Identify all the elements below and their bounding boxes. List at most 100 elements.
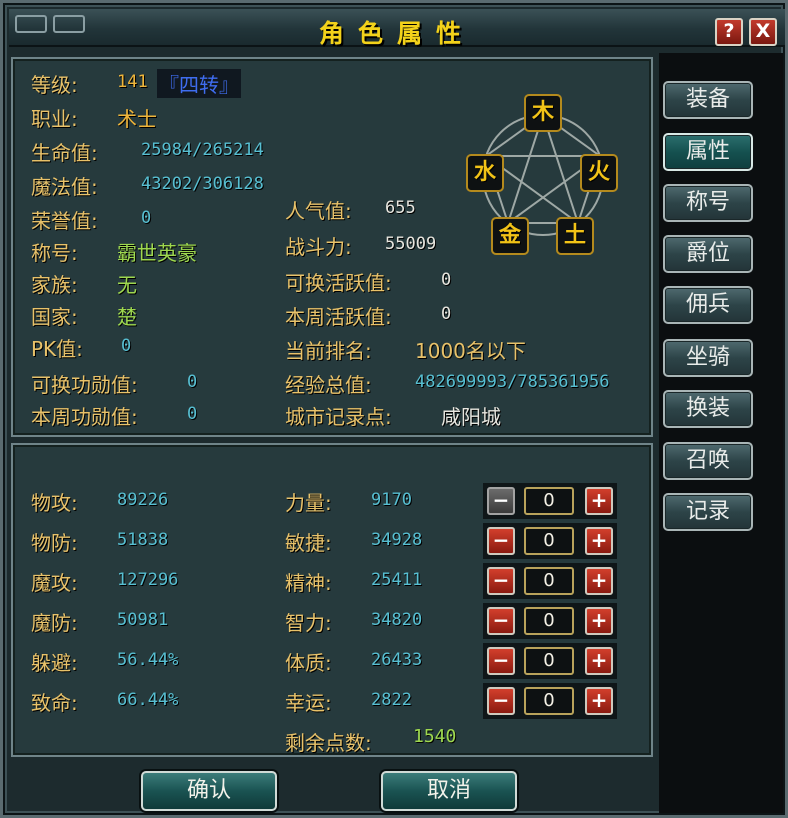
combat-stat-value: 50981	[117, 610, 169, 630]
tab-5[interactable]: 坐骑	[663, 339, 753, 377]
increase-button[interactable]: +	[585, 607, 613, 635]
fire-element-icon[interactable]: 火	[580, 154, 618, 192]
tab-6[interactable]: 换装	[663, 390, 753, 428]
allocation-input[interactable]: 0	[524, 687, 574, 715]
combat-stat-value: 56.44%	[117, 650, 179, 670]
combat-stat-label: 魔攻:	[31, 571, 78, 595]
job-value: 术士	[117, 107, 157, 131]
level-value: 141	[117, 72, 148, 92]
title-value: 霸世英豪	[117, 241, 197, 265]
increase-button[interactable]: +	[585, 487, 613, 515]
allocation-input[interactable]: 0	[524, 567, 574, 595]
attribute-value: 34928	[371, 530, 423, 550]
ranking-value: 1000名以下	[415, 339, 526, 363]
active-exchange-value: 0	[441, 270, 452, 290]
attribute-label: 幸运:	[285, 691, 332, 715]
attribute-value: 9170	[371, 490, 412, 510]
attribute-label: 敏捷:	[285, 531, 332, 555]
decrease-button[interactable]: −	[487, 607, 515, 635]
increase-button[interactable]: +	[585, 527, 613, 555]
combat-stat-label: 致命:	[31, 691, 78, 715]
exp-label: 经验总值:	[285, 373, 372, 397]
rebirth-badge: 『四转』	[157, 69, 241, 98]
popularity-value: 655	[385, 198, 416, 218]
combat-stat-value: 89226	[117, 490, 169, 510]
tab-3[interactable]: 爵位	[663, 235, 753, 273]
cancel-button[interactable]: 取消	[381, 771, 517, 811]
increase-button[interactable]: +	[585, 687, 613, 715]
active-exchange-label: 可换活跃值:	[285, 271, 392, 295]
city-value: 咸阳城	[441, 405, 501, 429]
decrease-button[interactable]: −	[487, 487, 515, 515]
window-title: 角色属性	[318, 19, 475, 48]
attribute-value: 2822	[371, 690, 412, 710]
attribute-label: 力量:	[285, 491, 332, 515]
attribute-label: 智力:	[285, 611, 332, 635]
allocation-input[interactable]: 0	[524, 647, 574, 675]
decrease-button[interactable]: −	[487, 647, 515, 675]
combat-stat-label: 物防:	[31, 531, 78, 555]
increase-button[interactable]: +	[585, 647, 613, 675]
tab-7[interactable]: 召唤	[663, 442, 753, 480]
confirm-button[interactable]: 确认	[141, 771, 277, 811]
combat-stat-label: 物攻:	[31, 491, 78, 515]
pk-label: PK值:	[31, 337, 83, 361]
attribute-value: 25411	[371, 570, 423, 590]
job-label: 职业:	[31, 107, 78, 131]
combat-stat-label: 魔防:	[31, 611, 78, 635]
remaining-points-label: 剩余点数:	[285, 731, 372, 755]
clan-value: 无	[117, 273, 137, 297]
allocation-input[interactable]: 0	[524, 607, 574, 635]
merit-week-label: 本周功勋值:	[31, 405, 138, 429]
allocation-input[interactable]: 0	[524, 527, 574, 555]
active-week-value: 0	[441, 304, 452, 324]
combat-stat-value: 127296	[117, 570, 179, 590]
tab-1[interactable]: 属性	[663, 133, 753, 171]
metal-element-icon[interactable]: 金	[491, 217, 529, 255]
clan-label: 家族:	[31, 273, 78, 297]
hp-label: 生命值:	[31, 141, 98, 165]
combat-stat-value: 51838	[117, 530, 169, 550]
title-label: 称号:	[31, 241, 78, 265]
nation-label: 国家:	[31, 305, 78, 329]
earth-element-icon[interactable]: 土	[556, 217, 594, 255]
merit-exchange-label: 可换功勋值:	[31, 373, 138, 397]
tab-sidebar: 装备属性称号爵位佣兵坐骑换装召唤记录	[659, 53, 783, 813]
combat-stat-value: 66.44%	[117, 690, 179, 710]
attribute-label: 体质:	[285, 651, 332, 675]
tab-4[interactable]: 佣兵	[663, 286, 753, 324]
info-panel: 等级: 141 『四转』 职业: 术士 生命值: 25984/265214 魔法…	[11, 57, 653, 437]
ranking-label: 当前排名:	[285, 339, 372, 363]
attribute-label: 精神:	[285, 571, 332, 595]
title-bar[interactable]: 角色属性 ? X	[9, 9, 785, 48]
increase-button[interactable]: +	[585, 567, 613, 595]
decrease-button[interactable]: −	[487, 567, 515, 595]
combat-stat-label: 躲避:	[31, 651, 78, 675]
stats-panel: 物攻: 89226 物防: 51838 魔攻: 127296 魔防: 50981 躲避: 56.4…	[11, 443, 653, 757]
nation-value: 楚	[117, 305, 137, 329]
popularity-label: 人气值:	[285, 199, 352, 223]
help-button[interactable]: ?	[715, 18, 743, 46]
water-element-icon[interactable]: 水	[466, 154, 504, 192]
active-week-label: 本周活跃值:	[285, 305, 392, 329]
city-label: 城市记录点:	[285, 405, 392, 429]
honor-value: 0	[141, 208, 152, 228]
allocation-input[interactable]: 0	[524, 487, 574, 515]
hp-value: 25984/265214	[141, 140, 264, 160]
tab-2[interactable]: 称号	[663, 184, 753, 222]
tab-0[interactable]: 装备	[663, 81, 753, 119]
merit-week-value: 0	[187, 404, 198, 424]
decrease-button[interactable]: −	[487, 527, 515, 555]
decrease-button[interactable]: −	[487, 687, 515, 715]
power-label: 战斗力:	[285, 235, 352, 259]
level-label: 等级:	[31, 73, 78, 97]
pk-value: 0	[121, 336, 132, 356]
character-attributes-window: 角色属性 ? X 等级: 141 『四转』 职业: 术士 生命值: 25984/…	[0, 0, 788, 818]
attribute-value: 34820	[371, 610, 423, 630]
wood-element-icon[interactable]: 木	[524, 94, 562, 132]
tab-8[interactable]: 记录	[663, 493, 753, 531]
exp-value: 482699993/785361956	[415, 372, 610, 392]
honor-label: 荣誉值:	[31, 209, 98, 233]
close-button[interactable]: X	[749, 18, 777, 46]
attribute-value: 26433	[371, 650, 423, 670]
